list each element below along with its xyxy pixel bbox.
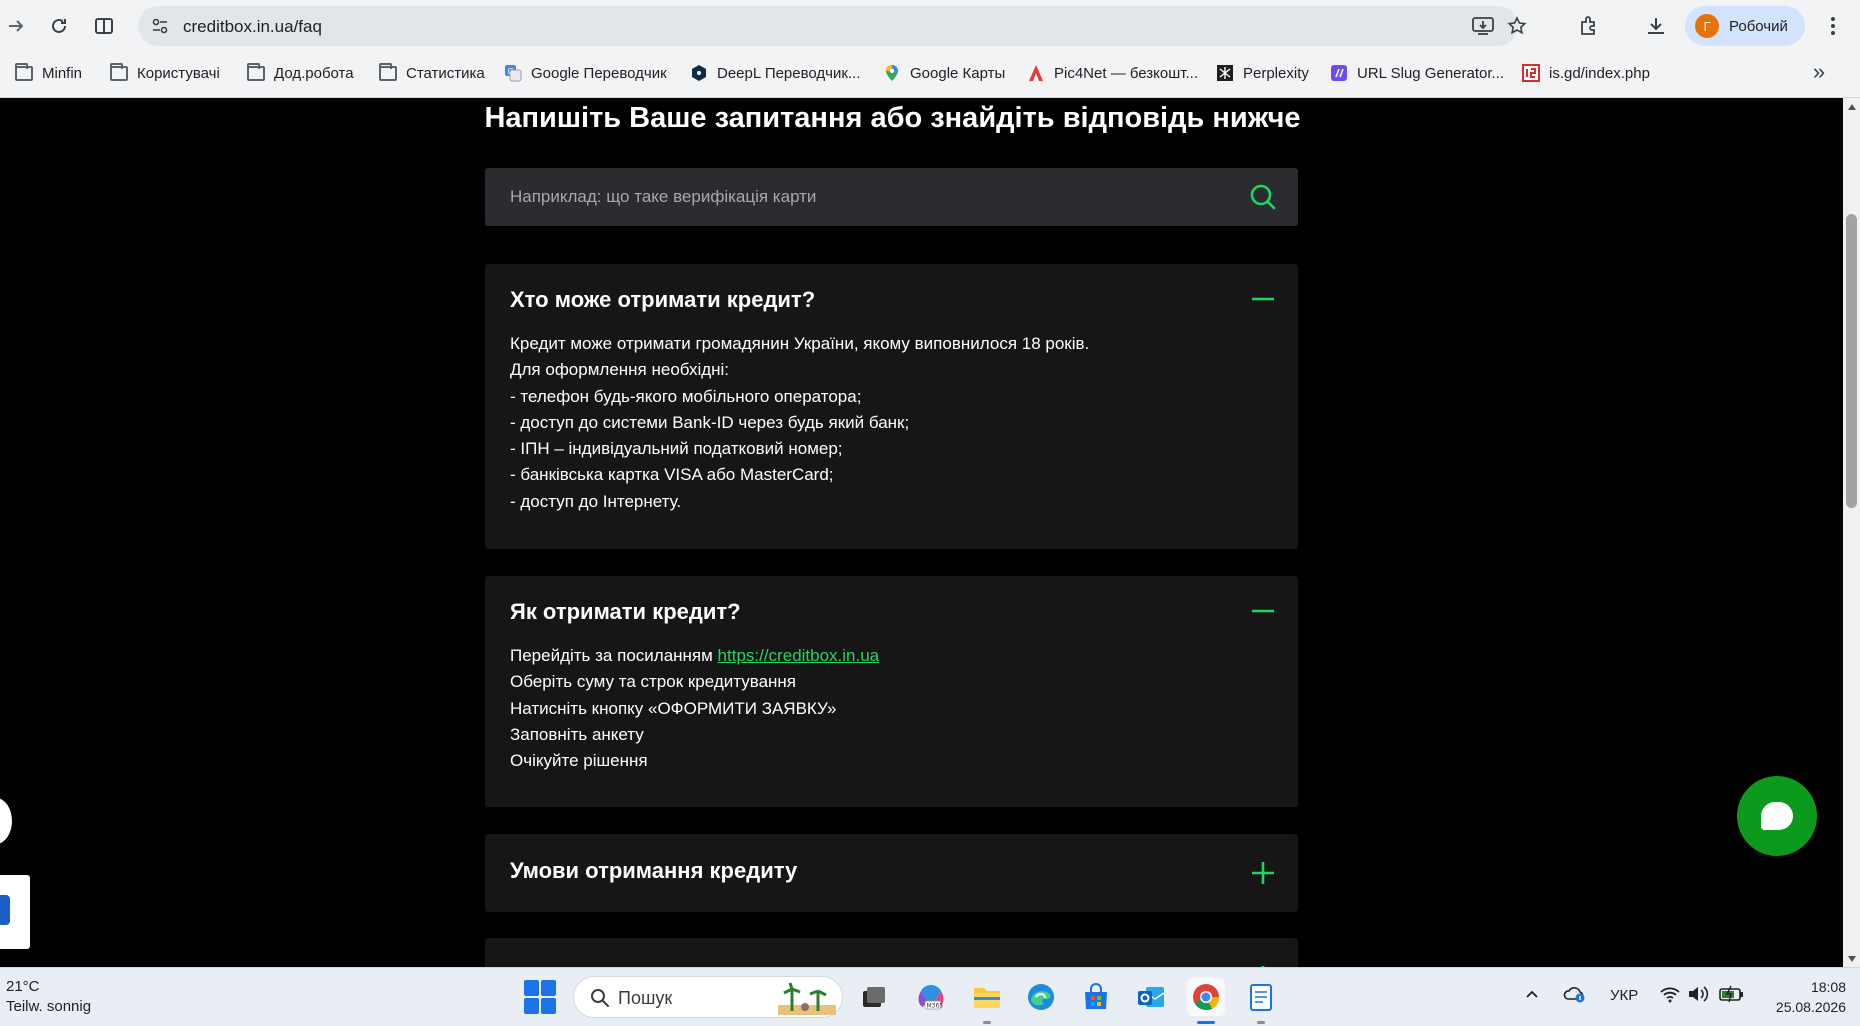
wifi-icon[interactable] (1659, 985, 1681, 1007)
search-highlight-icon (778, 981, 836, 1015)
bookmark-extra-work[interactable]: Дод.робота (247, 61, 354, 85)
minus-icon[interactable] (1250, 598, 1276, 624)
bookmark-url-slug-generator[interactable]: URL Slug Generator... (1330, 61, 1504, 85)
faq-answer: Перейдіть за посиланням https://creditbo… (510, 646, 880, 771)
folder-icon (247, 62, 265, 82)
profile-name: Робочий (1729, 17, 1788, 35)
windows-start-icon[interactable] (524, 980, 558, 1014)
bookmark-deepl[interactable]: DeepL Переводчик... (690, 61, 860, 85)
bookmark-users[interactable]: Користувачі (110, 61, 220, 85)
side-widget-button[interactable] (0, 798, 12, 844)
scrollbar-thumb[interactable] (1846, 214, 1857, 508)
svg-text:M365: M365 (927, 1003, 944, 1010)
bookmark-perplexity[interactable]: Perplexity (1216, 61, 1309, 85)
weather-widget[interactable]: 21°C Teilw. sonnig (6, 977, 91, 1017)
search-icon[interactable] (1248, 182, 1278, 212)
scroll-up-arrow-icon[interactable] (1843, 98, 1860, 115)
faq-search-input[interactable] (485, 168, 1235, 226)
deepl-icon (690, 64, 708, 82)
browser-chrome: creditbox.in.ua/faq Г Робочий Minfin Кор… (0, 0, 1860, 98)
split-view-icon[interactable] (88, 10, 120, 42)
faq-item[interactable] (485, 938, 1298, 967)
edge-browser-icon[interactable] (1022, 978, 1060, 1016)
folder-icon (15, 62, 33, 82)
bookmarks-overflow-icon[interactable]: » (1805, 58, 1833, 86)
google-translate-icon: G (504, 64, 522, 82)
perplexity-icon (1216, 64, 1234, 82)
faq-question[interactable]: Умови отримання кредиту (510, 858, 797, 884)
isgd-icon (1522, 64, 1540, 82)
creditbox-link[interactable]: https://creditbox.in.ua (718, 646, 880, 665)
pic4net-icon (1027, 64, 1045, 82)
address-bar[interactable]: creditbox.in.ua/faq (138, 6, 1527, 46)
page-scrollbar[interactable] (1843, 98, 1860, 967)
faq-item: Хто може отримати кредит? Кредит може от… (485, 264, 1298, 549)
faq-answer: Кредит може отримати громадянин України,… (510, 334, 1090, 511)
install-app-icon[interactable] (1469, 12, 1497, 40)
bookmark-statistics[interactable]: Статистика (379, 61, 485, 85)
chrome-browser-icon[interactable] (1187, 978, 1225, 1024)
folder-icon (379, 62, 397, 82)
battery-icon[interactable] (1719, 985, 1745, 1007)
url-text[interactable]: creditbox.in.ua/faq (183, 17, 322, 37)
input-language[interactable]: УКР (1610, 987, 1638, 1004)
site-info-icon[interactable] (146, 12, 174, 40)
svg-text:G: G (508, 67, 514, 76)
onedrive-status-icon[interactable] (1563, 984, 1587, 1008)
faq-question[interactable]: Як отримати кредит? (510, 599, 741, 625)
bookmark-isgd[interactable]: is.gd/index.php (1522, 61, 1650, 85)
chat-bubble-icon (1761, 802, 1793, 830)
scroll-down-arrow-icon[interactable] (1843, 950, 1860, 967)
plus-icon[interactable] (1250, 860, 1276, 886)
profile-avatar: Г (1695, 14, 1719, 38)
profile-button[interactable]: Г Робочий (1685, 6, 1805, 46)
chat-button[interactable] (1737, 776, 1817, 856)
forward-icon[interactable] (0, 10, 32, 42)
folder-icon (110, 62, 128, 82)
microsoft-365-copilot-icon[interactable]: M365 (912, 978, 950, 1016)
system-clock[interactable]: 18:08 25.08.2026 (1760, 977, 1846, 1017)
bookmark-pic4net[interactable]: Pic4Net — безкошт... (1027, 61, 1198, 85)
taskbar-search[interactable]: Пошук (573, 976, 843, 1018)
reload-icon[interactable] (43, 10, 75, 42)
faq-item: Як отримати кредит? Перейдіть за посилан… (485, 576, 1298, 807)
outlook-icon[interactable] (1132, 978, 1170, 1016)
windows-taskbar: 21°C Teilw. sonnig Пошук M365 УКР 18:08 … (0, 967, 1860, 1026)
search-icon (590, 988, 610, 1013)
task-view-icon[interactable] (855, 978, 893, 1016)
bookmark-google-translate[interactable]: G Google Переводчик (504, 61, 667, 85)
notepad-icon[interactable] (1242, 978, 1280, 1024)
page-heading: Напишіть Ваше запитання або знайдіть від… (484, 102, 1301, 134)
downloads-icon[interactable] (1640, 10, 1672, 42)
faq-item[interactable]: Умови отримання кредиту (485, 834, 1298, 912)
google-maps-icon (883, 64, 901, 82)
bookmark-google-maps[interactable]: Google Карты (883, 61, 1005, 85)
browser-menu-icon[interactable] (1817, 10, 1849, 42)
recaptcha-badge[interactable] (0, 875, 30, 949)
faq-search (485, 168, 1298, 226)
url-slug-icon (1330, 64, 1348, 82)
extensions-icon[interactable] (1573, 10, 1605, 42)
page-content: Напишіть Ваше запитання або знайдіть від… (0, 98, 1843, 967)
volume-icon[interactable] (1687, 985, 1709, 1007)
file-explorer-icon[interactable] (968, 978, 1006, 1024)
bookmarks-bar: Minfin Користувачі Дод.робота Статистика… (0, 54, 1860, 90)
bookmark-star-icon[interactable] (1503, 12, 1531, 40)
chevron-up-icon[interactable] (1524, 986, 1540, 1006)
faq-question[interactable]: Хто може отримати кредит? (510, 287, 815, 313)
microsoft-store-icon[interactable] (1077, 978, 1115, 1016)
minus-icon[interactable] (1250, 286, 1276, 312)
bookmark-minfin[interactable]: Minfin (15, 61, 82, 85)
